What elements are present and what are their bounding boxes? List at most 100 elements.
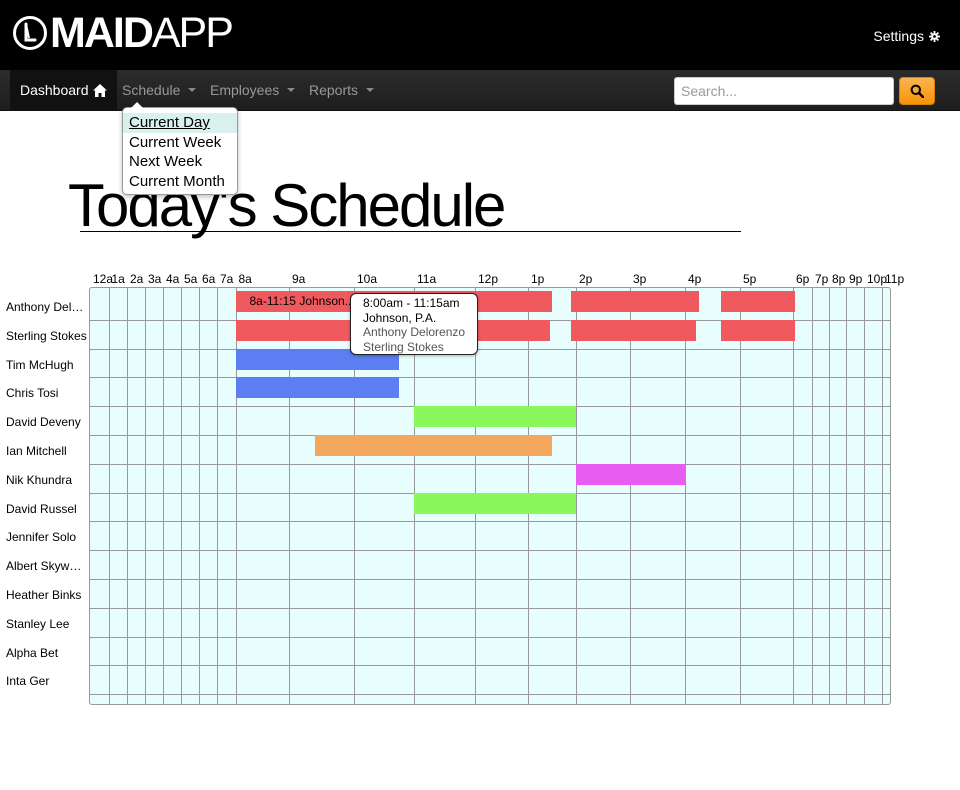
nav-dashboard-label: Dashboard bbox=[20, 82, 89, 98]
employee-name[interactable]: David Russel bbox=[6, 502, 88, 516]
employee-name[interactable]: Alpha Bet bbox=[6, 646, 88, 660]
employee-name[interactable]: Anthony Delor... bbox=[6, 300, 88, 314]
nav-reports-label: Reports bbox=[309, 82, 359, 98]
hour-label: 3a bbox=[148, 272, 162, 286]
nav-dashboard[interactable]: Dashboard bbox=[10, 70, 117, 110]
nav-employees-label: Employees bbox=[210, 82, 280, 98]
shift-block[interactable] bbox=[414, 406, 576, 428]
brand-name-bold: MAID bbox=[50, 9, 154, 57]
shift-label: 8a-11:15 Johnson... bbox=[249, 294, 355, 308]
hour-label: 8a bbox=[238, 272, 252, 286]
tooltip-time: 8:00am - 11:15am bbox=[363, 296, 460, 310]
hour-gridline bbox=[829, 288, 830, 704]
clock-logo-icon bbox=[13, 16, 47, 50]
brand-logo[interactable]: MAIDAPP bbox=[12, 12, 234, 55]
hour-gridline bbox=[864, 288, 865, 704]
shift-block[interactable] bbox=[571, 291, 699, 312]
hour-label: 5a bbox=[184, 272, 198, 286]
menu-item-current-week[interactable]: Current Week bbox=[123, 133, 237, 153]
hour-gridline bbox=[630, 288, 631, 704]
row-gridline bbox=[90, 550, 890, 552]
hour-label: 10a bbox=[357, 272, 378, 286]
hour-label: 3p bbox=[633, 272, 647, 286]
shift-block[interactable] bbox=[414, 492, 576, 514]
search-icon bbox=[910, 84, 924, 98]
employee-name[interactable]: Heather Binks bbox=[6, 588, 88, 602]
hour-gridline bbox=[740, 288, 741, 704]
menu-item-current-month[interactable]: Current Month bbox=[123, 172, 237, 192]
menu-item-current-day[interactable]: Current Day bbox=[123, 113, 237, 133]
employee-name[interactable]: Jennifer Solo bbox=[6, 530, 88, 544]
shift-block[interactable] bbox=[235, 377, 399, 399]
row-gridline bbox=[90, 607, 890, 609]
caret-down-icon bbox=[366, 88, 375, 92]
employee-name[interactable]: Tim McHugh bbox=[6, 358, 88, 372]
shift-block[interactable] bbox=[576, 463, 685, 485]
tooltip-employee: Anthony Delorenzo bbox=[363, 325, 466, 339]
caret-down-icon bbox=[188, 88, 197, 92]
hour-label: 12p bbox=[478, 272, 499, 286]
schedule-grid: 8a-11:15 Johnson... bbox=[89, 287, 891, 705]
hour-label: 7p bbox=[815, 272, 829, 286]
hour-gridline bbox=[181, 288, 182, 704]
hour-gridline bbox=[685, 288, 686, 704]
search-input[interactable] bbox=[674, 77, 894, 105]
shift-block[interactable] bbox=[315, 435, 552, 456]
hour-label: 1a bbox=[111, 272, 125, 286]
title-divider bbox=[80, 231, 741, 232]
row-gridline bbox=[90, 463, 890, 465]
hour-gridline bbox=[108, 288, 110, 704]
schedule-dropdown-menu: Current Day Current Week Next Week Curre… bbox=[122, 102, 238, 195]
row-gridline bbox=[90, 636, 890, 638]
row-gridline bbox=[90, 694, 890, 696]
shift-block[interactable] bbox=[720, 291, 795, 312]
row-gridline bbox=[90, 665, 890, 667]
hour-header: 12a 1a 2a 3a 4a 5a 6a 7a 8a 9a 10a 11a 12p 1p 2p 3p 4p 5p… bbox=[0, 272, 960, 288]
employee-name[interactable]: Albert Skywalk... bbox=[6, 559, 88, 573]
row-gridline bbox=[90, 579, 890, 580]
employee-name[interactable]: Ian Mitchell bbox=[6, 444, 88, 458]
employee-name[interactable]: David Deveny bbox=[6, 415, 88, 429]
employee-name[interactable]: Chris Tosi bbox=[6, 386, 88, 400]
hour-label: 11p bbox=[885, 272, 905, 286]
nav-reports[interactable]: Reports bbox=[309, 70, 375, 110]
caret-down-icon bbox=[287, 88, 296, 92]
hour-gridline bbox=[127, 288, 128, 704]
hour-label: 7a bbox=[220, 272, 234, 286]
hour-label: 1p bbox=[531, 272, 545, 286]
hour-gridline bbox=[163, 288, 164, 704]
employee-name[interactable]: Stanley Lee bbox=[6, 617, 88, 631]
settings-link[interactable]: Settings bbox=[873, 28, 940, 44]
nav-employees[interactable]: Employees bbox=[210, 70, 296, 110]
hour-label: 4a bbox=[166, 272, 180, 286]
row-gridline bbox=[90, 521, 890, 523]
brand-name-light: APP bbox=[151, 9, 234, 57]
hour-gridline bbox=[145, 288, 146, 704]
search-button[interactable] bbox=[899, 77, 935, 105]
employee-name[interactable]: Sterling Stokes bbox=[6, 329, 88, 343]
shift-block[interactable] bbox=[720, 319, 795, 341]
hour-label: 6p bbox=[796, 272, 810, 286]
brand-name: MAIDAPP bbox=[50, 12, 234, 55]
hour-gridline bbox=[199, 288, 200, 704]
hour-label: 9p bbox=[849, 272, 863, 286]
hour-label: 2a bbox=[130, 272, 144, 286]
hour-gridline bbox=[576, 288, 577, 704]
main-navbar: Dashboard Schedule Employees Reports bbox=[0, 70, 960, 111]
employee-name[interactable]: Inta Ger bbox=[6, 674, 88, 688]
tooltip-employee: Sterling Stokes bbox=[363, 339, 444, 354]
menu-item-next-week[interactable]: Next Week bbox=[123, 152, 237, 172]
shift-block[interactable] bbox=[571, 319, 696, 341]
hour-gridline bbox=[882, 288, 883, 704]
hour-gridline bbox=[217, 288, 218, 704]
employee-name[interactable]: Nik Khundra bbox=[6, 473, 88, 487]
hour-gridline bbox=[793, 288, 794, 704]
settings-label: Settings bbox=[873, 28, 924, 44]
hour-label: 4p bbox=[688, 272, 702, 286]
row-gridline bbox=[90, 377, 890, 379]
hour-label: 2p bbox=[579, 272, 593, 286]
hour-gridline bbox=[846, 288, 847, 704]
hour-label: 5p bbox=[743, 272, 757, 286]
home-icon bbox=[92, 83, 107, 97]
hour-label: 11a bbox=[417, 272, 437, 286]
